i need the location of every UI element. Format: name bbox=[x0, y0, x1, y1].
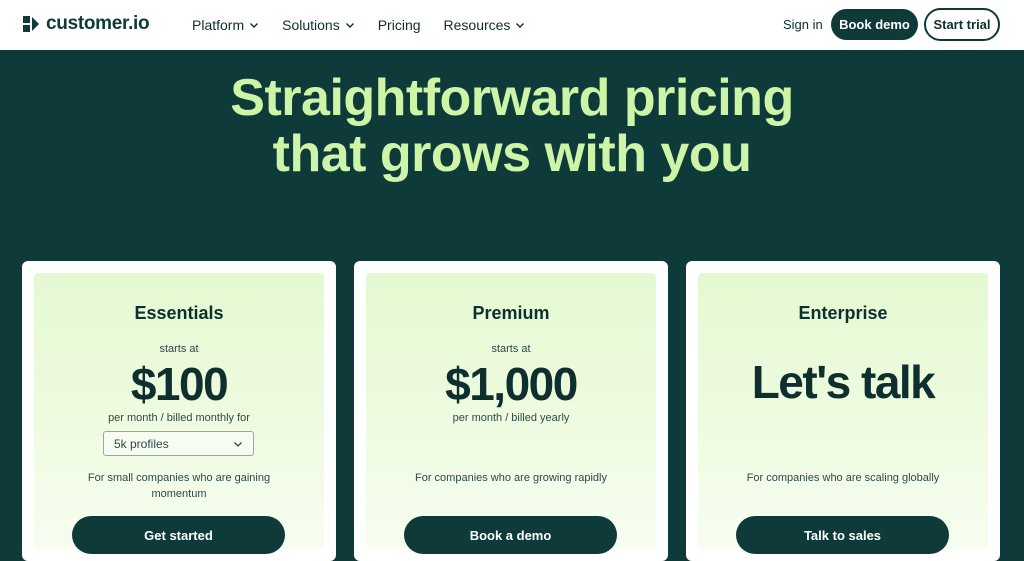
pricing-card-premium: Premium starts at $1,000 per month / bil… bbox=[354, 261, 668, 561]
pricing-card-essentials: Essentials starts at $100 per month / bi… bbox=[22, 261, 336, 561]
nav-item-label: Resources bbox=[443, 17, 511, 33]
pricing-card-body: Enterprise Let's talk For companies who … bbox=[698, 273, 988, 554]
logo[interactable]: customer.io bbox=[22, 13, 150, 35]
talk-to-sales-button[interactable]: Talk to sales bbox=[736, 516, 949, 554]
billing-note: per month / billed yearly bbox=[452, 412, 570, 424]
book-a-demo-button[interactable]: Book a demo bbox=[404, 516, 617, 554]
logo-text: customer.io bbox=[46, 13, 150, 34]
get-started-button[interactable]: Get started bbox=[72, 516, 285, 554]
plan-description: For companies who are scaling globally bbox=[746, 472, 940, 484]
plan-price: Let's talk bbox=[751, 356, 936, 408]
nav-item-solutions[interactable]: Solutions bbox=[282, 17, 355, 33]
plan-title: Enterprise bbox=[798, 303, 888, 323]
billing-note: per month / billed monthly for bbox=[108, 412, 250, 424]
nav-item-platform[interactable]: Platform bbox=[192, 17, 259, 33]
chevron-down-icon bbox=[345, 23, 354, 28]
chevron-down-icon bbox=[516, 23, 525, 28]
nav-item-label: Solutions bbox=[282, 17, 340, 33]
plan-description: For small companies who are gaining mome… bbox=[87, 472, 271, 500]
top-nav: customer.io Platform Solutions Pricing R… bbox=[0, 0, 1024, 50]
hero-heading-line-1: Straightforward pricing bbox=[230, 69, 794, 127]
plan-price: $100 bbox=[130, 358, 229, 410]
pricing-card-body: Premium starts at $1,000 per month / bil… bbox=[366, 273, 656, 554]
nav-item-resources[interactable]: Resources bbox=[444, 17, 526, 33]
profiles-select[interactable]: 5k profiles bbox=[103, 431, 254, 456]
book-demo-button[interactable]: Book demo bbox=[831, 9, 918, 40]
hero-heading-line-2: that grows with you bbox=[272, 125, 752, 183]
starts-at-label: starts at bbox=[159, 343, 199, 355]
profiles-select-value: 5k profiles bbox=[114, 436, 169, 451]
sign-in-link[interactable]: Sign in bbox=[783, 17, 823, 32]
plan-price: $1,000 bbox=[445, 358, 578, 410]
hero-heading: Straightforward pricing that grows with … bbox=[0, 70, 1024, 182]
main-nav: Platform Solutions Pricing Resources bbox=[192, 0, 525, 50]
nav-item-label: Pricing bbox=[377, 17, 421, 33]
pricing-card-body: Essentials starts at $100 per month / bi… bbox=[34, 273, 324, 554]
chevron-down-icon bbox=[234, 442, 242, 447]
nav-item-pricing[interactable]: Pricing bbox=[378, 17, 421, 33]
pricing-card-enterprise: Enterprise Let's talk For companies who … bbox=[686, 261, 1000, 561]
logo-icon bbox=[23, 16, 39, 32]
start-trial-button[interactable]: Start trial bbox=[924, 8, 1000, 41]
plan-description: For companies who are growing rapidly bbox=[415, 472, 607, 484]
nav-item-label: Platform bbox=[192, 17, 245, 33]
starts-at-label: starts at bbox=[491, 343, 531, 355]
plan-title: Essentials bbox=[134, 303, 224, 323]
chevron-down-icon bbox=[250, 23, 259, 28]
plan-title: Premium bbox=[472, 303, 550, 323]
